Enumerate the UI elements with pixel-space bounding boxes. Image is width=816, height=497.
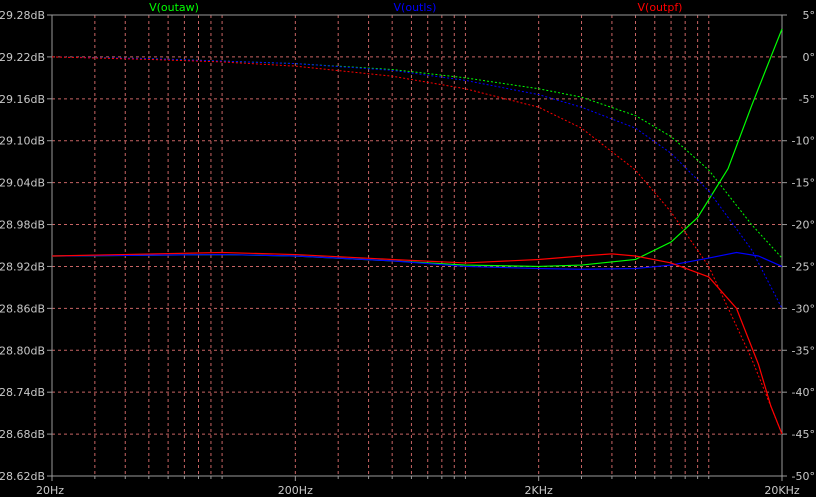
legend-label-2: V(outls) — [394, 1, 437, 14]
y-tick-label: 29.22dB — [0, 51, 45, 64]
grid-layer — [51, 14, 783, 477]
y-tick-label: 28.68dB — [0, 428, 45, 441]
x-tick-label: 2KHz — [525, 484, 553, 497]
y-tick-label: 28.86dB — [0, 302, 45, 315]
y-right-tick-label: -35° — [792, 344, 815, 357]
x-tick-label: 20Hz — [36, 484, 64, 497]
y-tick-label: 29.28dB — [0, 9, 45, 22]
axis-layer — [47, 14, 787, 481]
label-layer: 29.28dB 29.22dB 29.16dB 29.10dB 29.04dB 28.98… — [0, 1, 815, 497]
x-tick-label: 200Hz — [278, 484, 313, 497]
plot-frame — [51, 14, 783, 477]
series-layer — [51, 28, 783, 435]
y-tick-label: 28.62dB — [0, 470, 45, 483]
bode-plot: 29.28dB 29.22dB 29.16dB 29.10dB 29.04dB 28.98… — [0, 0, 816, 497]
y-tick-label: 29.16dB — [0, 93, 45, 106]
x-tick-label: 20KHz — [764, 484, 799, 497]
y-tick-label: 28.98dB — [0, 219, 45, 232]
y-right-tick-label: -40° — [792, 386, 815, 399]
y-tick-label: 29.04dB — [0, 177, 45, 190]
legend-label-3: V(outpf) — [638, 1, 683, 14]
y-right-tick-label: -20° — [792, 219, 815, 232]
y-right-tick-label: 0° — [803, 51, 816, 64]
y-right-tick-label: -25° — [792, 260, 815, 273]
y-right-tick-label: -45° — [792, 428, 815, 441]
y-tick-label: 29.10dB — [0, 135, 45, 148]
y-tick-label: 28.80dB — [0, 344, 45, 357]
y-right-tick-label: 5° — [803, 9, 816, 22]
y-right-tick-label: -10° — [792, 135, 815, 148]
y-right-tick-label: -15° — [792, 177, 815, 190]
series-magnitude-line-3 — [51, 251, 783, 435]
y-tick-label: 28.74dB — [0, 386, 45, 399]
legend-label-1: V(outaw) — [149, 1, 199, 14]
series-phase-line-1 — [51, 56, 783, 259]
y-tick-label: 28.92dB — [0, 260, 45, 273]
series-magnitude-line-1 — [51, 28, 783, 268]
y-right-tick-label: -30° — [792, 302, 815, 315]
series-phase-line-3 — [51, 56, 783, 435]
y-right-tick-label: -5° — [799, 93, 815, 106]
y-right-tick-label: -50° — [792, 470, 815, 483]
plot-svg: 29.28dB 29.22dB 29.16dB 29.10dB 29.04dB 28.98… — [0, 1, 815, 497]
